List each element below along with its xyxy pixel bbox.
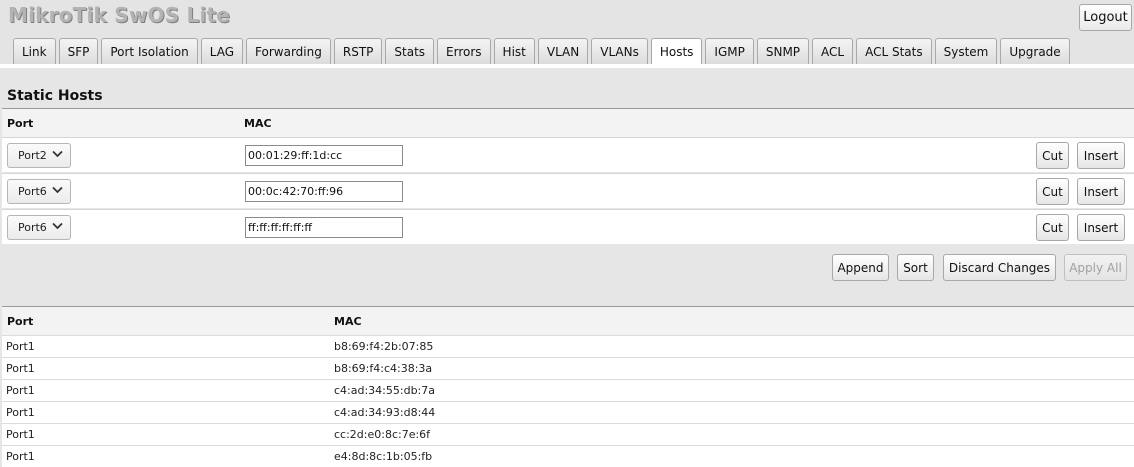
mac-input[interactable]: 00:0c:42:70:ff:96 (245, 181, 403, 202)
host-port: Port1 (6, 406, 35, 419)
sort-button[interactable]: Sort (897, 254, 934, 281)
tab-igmp[interactable]: IGMP (705, 38, 754, 64)
host-port: Port1 (6, 340, 35, 353)
table-row: Port1 c4:ad:34:55:db:7a (2, 379, 1134, 401)
column-header-mac: MAC (334, 315, 362, 328)
tab-stats[interactable]: Stats (385, 38, 435, 64)
insert-button[interactable]: Insert (1077, 214, 1125, 241)
host-mac: c4:ad:34:93:d8:44 (334, 406, 436, 419)
dynamic-hosts-header: Port MAC (2, 307, 1134, 335)
host-port: Port1 (6, 450, 35, 463)
apply-all-button[interactable]: Apply All (1064, 254, 1127, 281)
table-row: Port1 b8:69:f4:c4:38:3a (2, 357, 1134, 379)
tab-acl[interactable]: ACL (812, 38, 854, 64)
cut-button[interactable]: Cut (1036, 142, 1069, 169)
mac-input[interactable]: ff:ff:ff:ff:ff:ff (245, 217, 403, 238)
insert-button[interactable]: Insert (1077, 178, 1125, 205)
host-mac: cc:2d:e0:8c:7e:6f (334, 428, 431, 441)
host-port: Port1 (6, 362, 35, 375)
chevron-down-icon (52, 150, 63, 158)
tab-vlans[interactable]: VLANs (591, 38, 648, 64)
tab-acl-stats[interactable]: ACL Stats (856, 38, 932, 64)
static-hosts-header: Port MAC (2, 109, 1134, 137)
tab-lag[interactable]: LAG (200, 38, 244, 64)
tab-vlan[interactable]: VLAN (537, 38, 589, 64)
app-title: MikroTik SwOS Lite (8, 3, 230, 27)
tab-bar: Link SFP Port Isolation LAG Forwarding R… (13, 38, 1073, 65)
cut-button[interactable]: Cut (1036, 178, 1069, 205)
port-select-value: Port6 (18, 185, 47, 198)
tab-hosts[interactable]: Hosts (650, 38, 703, 65)
tab-forwarding[interactable]: Forwarding (246, 38, 331, 64)
port-select-value: Port2 (18, 149, 47, 162)
append-button[interactable]: Append (832, 254, 889, 281)
table-row: Port1 cc:2d:e0:8c:7e:6f (2, 423, 1134, 445)
host-mac: c4:ad:34:55:db:7a (334, 384, 435, 397)
tab-link[interactable]: Link (13, 38, 56, 64)
hosts-page: Static Hosts Port MAC Port2 00:01:29:ff:… (2, 68, 1134, 467)
host-mac: b8:69:f4:2b:07:85 (334, 340, 434, 353)
host-mac: e4:8d:8c:1b:05:fb (334, 450, 433, 463)
discard-changes-button[interactable]: Discard Changes (943, 254, 1056, 281)
tab-system[interactable]: System (934, 38, 998, 64)
tab-snmp[interactable]: SNMP (756, 38, 810, 64)
static-hosts-title: Static Hosts (7, 88, 103, 104)
table-row: Port1 c4:ad:34:93:d8:44 (2, 401, 1134, 423)
logout-button[interactable]: Logout (1079, 4, 1132, 31)
static-host-row: Port6 00:0c:42:70:ff:96 Cut Insert (2, 173, 1134, 208)
insert-button[interactable]: Insert (1077, 142, 1125, 169)
tab-rstp[interactable]: RSTP (333, 38, 383, 64)
column-header-port: Port (7, 117, 34, 130)
column-header-mac: MAC (244, 117, 272, 130)
host-port: Port1 (6, 384, 35, 397)
chevron-down-icon (52, 186, 63, 194)
port-select[interactable]: Port6 (7, 179, 71, 204)
tab-sfp[interactable]: SFP (58, 38, 99, 64)
host-mac: b8:69:f4:c4:38:3a (334, 362, 433, 375)
cut-button[interactable]: Cut (1036, 214, 1069, 241)
column-header-port: Port (7, 315, 34, 328)
port-select-value: Port6 (18, 221, 47, 234)
tab-hist[interactable]: Hist (493, 38, 535, 64)
port-select[interactable]: Port2 (7, 143, 71, 168)
mac-input[interactable]: 00:01:29:ff:1d:cc (245, 145, 403, 166)
host-port: Port1 (6, 428, 35, 441)
static-host-row: Port6 ff:ff:ff:ff:ff:ff Cut Insert (2, 209, 1134, 244)
table-row: Port1 e4:8d:8c:1b:05:fb (2, 445, 1134, 467)
tab-port-isolation[interactable]: Port Isolation (101, 38, 198, 64)
port-select[interactable]: Port6 (7, 215, 71, 240)
table-row: Port1 b8:69:f4:2b:07:85 (2, 335, 1134, 357)
header-bar: MikroTik SwOS Lite Logout Link SFP Port … (0, 0, 1134, 68)
tab-errors[interactable]: Errors (437, 38, 491, 64)
static-host-row: Port2 00:01:29:ff:1d:cc Cut Insert (2, 137, 1134, 172)
chevron-down-icon (52, 222, 63, 230)
tab-upgrade[interactable]: Upgrade (1000, 38, 1070, 64)
